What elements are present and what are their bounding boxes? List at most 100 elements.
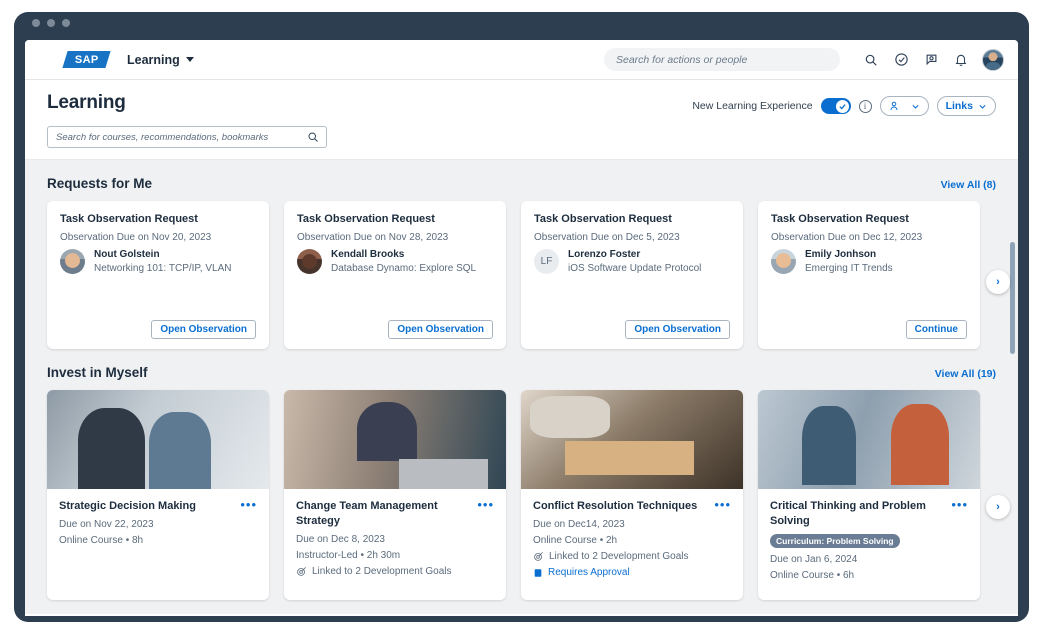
curriculum-badge: Curriculum: Problem Solving [770, 534, 900, 548]
request-due: Observation Due on Dec 12, 2023 [771, 232, 967, 243]
request-card[interactable]: Task Observation Request Observation Due… [521, 201, 743, 349]
avatar [60, 249, 85, 274]
request-card[interactable]: Task Observation Request Observation Due… [47, 201, 269, 349]
app-name-menu[interactable]: Learning [127, 53, 194, 67]
course-overflow-menu-icon[interactable]: ••• [714, 499, 731, 509]
course-overflow-menu-icon[interactable]: ••• [951, 499, 968, 509]
course-thumbnail [284, 390, 506, 489]
request-title: Task Observation Request [297, 213, 493, 225]
course-approval-row[interactable]: Requires Approval [533, 567, 731, 578]
new-learning-experience-label: New Learning Experience [692, 100, 812, 112]
request-person: Nout Golstein Networking 101: TCP/IP, VL… [60, 249, 256, 274]
course-due: Due on Dec14, 2023 [533, 519, 731, 530]
info-icon[interactable]: i [859, 100, 872, 113]
chevron-down-icon [186, 57, 194, 62]
course-title: Conflict Resolution Techniques [533, 499, 708, 514]
person-name: Nout Golstein [94, 249, 231, 260]
course-goals-row: Linked to 2 Development Goals [296, 566, 494, 577]
scrollbar-thumb[interactable] [1010, 242, 1015, 354]
person-name: Emily Jonhson [805, 249, 893, 260]
courses-carousel: Strategic Decision Making ••• Due on Nov… [47, 390, 996, 600]
section-requests-for-me: Requests for Me View All (8) Task Observ… [25, 160, 1018, 349]
sap-logo-text: SAP [75, 54, 99, 66]
section-title: Requests for Me [47, 176, 152, 191]
page-content: Requests for Me View All (8) Task Observ… [25, 160, 1018, 614]
window-close-dot[interactable] [32, 19, 40, 27]
page-header-controls: New Learning Experience i [692, 96, 996, 116]
course-approval-label: Requires Approval [548, 567, 630, 578]
app-viewport: SAP Learning Search for actions or peopl… [25, 40, 1018, 616]
toggle-knob [836, 100, 849, 113]
request-person: Kendall Brooks Database Dynamo: Explore … [297, 249, 493, 274]
feedback-icon[interactable] [916, 45, 946, 75]
course-search-box[interactable] [47, 126, 327, 148]
courses-carousel-next-button[interactable]: › [986, 495, 1010, 519]
request-due: Observation Due on Dec 5, 2023 [534, 232, 730, 243]
course-goals-label: Linked to 2 Development Goals [549, 551, 689, 562]
course-card[interactable]: Strategic Decision Making ••• Due on Nov… [47, 390, 269, 600]
course-type: Online Course • 6h [770, 570, 968, 581]
open-observation-button[interactable]: Open Observation [151, 320, 256, 339]
sap-logo[interactable]: SAP [62, 51, 110, 68]
request-due: Observation Due on Nov 20, 2023 [60, 232, 256, 243]
view-all-courses-link[interactable]: View All (19) [935, 368, 996, 380]
course-type: Online Course • 8h [59, 535, 257, 546]
request-actions: Open Observation [534, 320, 730, 339]
new-learning-experience-toggle[interactable] [821, 98, 851, 114]
approval-icon [533, 568, 543, 578]
view-all-requests-link[interactable]: View All (8) [941, 179, 996, 191]
continue-button[interactable]: Continue [906, 320, 967, 339]
search-icon[interactable] [856, 45, 886, 75]
avatar [297, 249, 322, 274]
course-card[interactable]: Conflict Resolution Techniques ••• Due o… [521, 390, 743, 600]
request-actions: Open Observation [60, 320, 256, 339]
open-observation-button[interactable]: Open Observation [388, 320, 493, 339]
app-name-label: Learning [127, 53, 180, 67]
request-title: Task Observation Request [771, 213, 967, 225]
person-task: Networking 101: TCP/IP, VLAN [94, 263, 231, 274]
avatar[interactable] [982, 49, 1004, 71]
target-icon [533, 551, 544, 562]
course-card[interactable]: Change Team Management Strategy ••• Due … [284, 390, 506, 600]
request-card[interactable]: Task Observation Request Observation Due… [758, 201, 980, 349]
course-thumbnail [758, 390, 980, 489]
course-overflow-menu-icon[interactable]: ••• [477, 499, 494, 509]
course-title: Critical Thinking and Problem Solving [770, 499, 945, 529]
section-header: Invest in Myself View All (19) [47, 365, 996, 380]
global-search-input[interactable]: Search for actions or people [604, 48, 840, 71]
request-actions: Continue [771, 320, 967, 339]
course-card[interactable]: Critical Thinking and Problem Solving ••… [758, 390, 980, 600]
chevron-down-icon [911, 102, 920, 111]
course-goals-label: Linked to 2 Development Goals [312, 566, 452, 577]
window-minimize-dot[interactable] [47, 19, 55, 27]
course-due: Due on Dec 8, 2023 [296, 534, 494, 545]
requests-carousel-next-button[interactable]: › [986, 270, 1010, 294]
request-card[interactable]: Task Observation Request Observation Due… [284, 201, 506, 349]
request-actions: Open Observation [297, 320, 493, 339]
course-body: Strategic Decision Making ••• Due on Nov… [47, 489, 269, 600]
course-overflow-menu-icon[interactable]: ••• [240, 499, 257, 509]
people-filter-button[interactable] [880, 96, 929, 116]
shell-bar-actions: Search for actions or people [604, 45, 1004, 75]
person-task: Emerging IT Trends [805, 263, 893, 274]
window-maximize-dot[interactable] [62, 19, 70, 27]
search-input[interactable] [56, 132, 307, 143]
course-type: Instructor-Led • 2h 30m [296, 550, 494, 561]
requests-carousel: Task Observation Request Observation Due… [47, 201, 996, 349]
vertical-scrollbar[interactable] [1009, 160, 1016, 614]
course-goals-row: Linked to 2 Development Goals [533, 551, 731, 562]
links-label: Links [946, 100, 973, 112]
course-title: Change Team Management Strategy [296, 499, 471, 529]
browser-window-frame: SAP Learning Search for actions or peopl… [14, 12, 1029, 622]
section-invest-in-myself: Invest in Myself View All (19) Strategic… [25, 349, 1018, 600]
course-body: Conflict Resolution Techniques ••• Due o… [521, 489, 743, 600]
check-circle-icon[interactable] [886, 45, 916, 75]
course-type: Online Course • 2h [533, 535, 731, 546]
request-person: Emily Jonhson Emerging IT Trends [771, 249, 967, 274]
links-button[interactable]: Links [937, 96, 996, 116]
open-observation-button[interactable]: Open Observation [625, 320, 730, 339]
person-icon [889, 100, 901, 112]
bell-icon[interactable] [946, 45, 976, 75]
person-name: Lorenzo Foster [568, 249, 701, 260]
person-name: Kendall Brooks [331, 249, 476, 260]
